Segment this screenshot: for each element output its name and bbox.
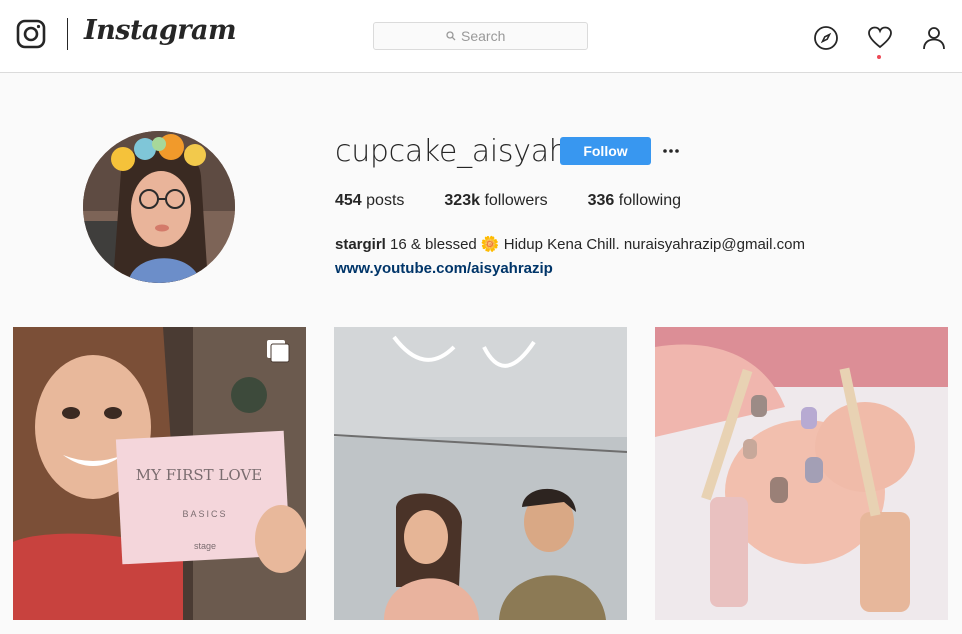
search-icon — [446, 31, 456, 41]
bio-text: 16 & blessed 🌼 Hidup Kena Chill. nuraisy… — [390, 236, 805, 253]
stat-posts-label: posts — [366, 192, 405, 209]
bio-full-name: stargirl — [335, 236, 386, 253]
post-thumbnail[interactable]: MY FIRST LOVE BASICS stage — [13, 327, 306, 620]
more-options-icon[interactable] — [662, 142, 680, 160]
stat-followers-count: 323k — [444, 192, 480, 209]
stat-following-label: following — [618, 192, 682, 209]
profile-stats: 454 posts 323k followers 336 following — [335, 192, 721, 210]
search-box[interactable] — [373, 22, 588, 50]
stat-posts-count: 454 — [335, 192, 362, 209]
profile-avatar — [83, 131, 235, 283]
post-thumbnail[interactable] — [334, 327, 627, 620]
profile-bio: stargirl 16 & blessed 🌼 Hidup Kena Chill… — [335, 233, 805, 281]
bio-website-link[interactable]: www.youtube.com/aisyahrazip — [335, 257, 805, 281]
instagram-wordmark[interactable]: Instagram — [84, 15, 237, 46]
follow-button[interactable]: Follow — [560, 137, 651, 165]
stat-following-count: 336 — [587, 192, 615, 209]
explore-compass-icon[interactable] — [813, 25, 839, 51]
profile-username: cupcake_aisyah — [335, 134, 568, 169]
stat-following[interactable]: 336 following — [588, 192, 681, 210]
logo-divider — [67, 18, 68, 50]
post-overlay-title: MY FIRST LOVE — [136, 466, 262, 484]
notification-dot — [877, 55, 881, 59]
top-navigation-bar: Instagram — [0, 0, 962, 73]
post-overlay-subtitle: BASICS — [182, 509, 227, 519]
heart-icon[interactable] — [867, 25, 893, 51]
stat-followers-label: followers — [484, 192, 548, 209]
stat-posts: 454 posts — [335, 192, 404, 210]
post-thumbnail[interactable] — [655, 327, 948, 620]
post-overlay-brand: stage — [194, 541, 216, 551]
instagram-glyph-icon[interactable] — [16, 19, 46, 49]
person-icon[interactable] — [921, 25, 947, 51]
stat-followers[interactable]: 323k followers — [444, 192, 547, 210]
search-input[interactable] — [461, 28, 515, 44]
